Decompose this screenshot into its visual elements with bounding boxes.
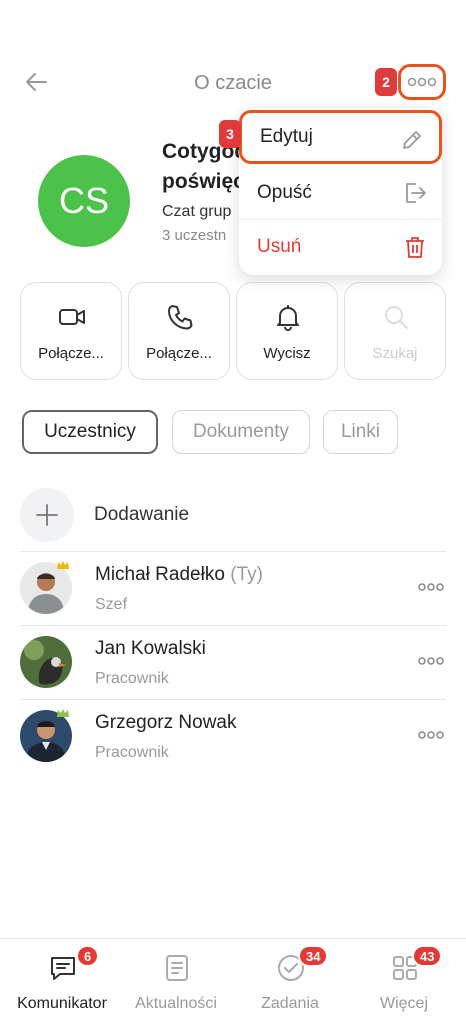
more-dots-icon[interactable] xyxy=(418,580,444,594)
plus-icon xyxy=(36,504,58,526)
nav-badge: 43 xyxy=(412,945,443,967)
header: O czacie 2 xyxy=(0,60,466,106)
search-label: Szukaj xyxy=(372,345,418,362)
member-role: Szef xyxy=(95,596,128,613)
crown-icon xyxy=(57,561,69,569)
avatar xyxy=(20,636,72,688)
list-item[interactable]: Michał Radełko (Ty) Szef xyxy=(20,551,446,625)
nav-label: Więcej xyxy=(379,995,428,1012)
more-options-menu: Edytuj Opuść Usuń xyxy=(239,108,442,275)
menu-edit-label: Edytuj xyxy=(260,126,313,147)
member-role: Pracownik xyxy=(95,670,169,687)
news-icon xyxy=(166,955,188,981)
chat-name-line2: poświęc xyxy=(162,170,242,193)
nav-label: Aktualności xyxy=(135,995,217,1012)
nav-label: Komunikator xyxy=(17,995,107,1012)
add-participant-button[interactable]: Dodawanie xyxy=(20,488,446,544)
more-dots-icon[interactable] xyxy=(418,654,444,668)
video-call-button[interactable]: Połącze... xyxy=(20,282,122,380)
member-you-tag: (Ty) xyxy=(230,564,263,585)
tab-participants[interactable]: Uczestnicy xyxy=(22,410,158,454)
menu-leave-label: Opuść xyxy=(257,181,312,203)
nav-badge: 34 xyxy=(298,945,329,967)
chat-icon xyxy=(51,957,75,980)
step-badge: 3 xyxy=(219,120,241,148)
member-name: Grzegorz Nowak xyxy=(95,712,237,734)
search-button[interactable]: Szukaj xyxy=(344,282,446,380)
exit-icon xyxy=(406,183,426,203)
add-participant-label: Dodawanie xyxy=(94,504,190,525)
phone-icon xyxy=(168,305,193,330)
step-badge: 2 xyxy=(375,68,397,96)
menu-leave[interactable]: Opuść xyxy=(239,166,442,220)
menu-delete-label: Usuń xyxy=(257,236,302,257)
tab-links[interactable]: Linki xyxy=(323,410,398,454)
more-dots-icon[interactable] xyxy=(418,728,444,742)
tab-documents[interactable]: Dokumenty xyxy=(172,410,310,454)
nav-badge: 6 xyxy=(76,945,100,967)
trash-icon xyxy=(406,237,424,258)
crown-icon xyxy=(57,709,69,717)
video-call-label: Połącze... xyxy=(38,345,104,362)
nav-label: Zadania xyxy=(261,995,319,1012)
chat-avatar: CS xyxy=(38,155,130,247)
voice-call-label: Połącze... xyxy=(146,345,212,362)
member-name-text: Grzegorz Nowak xyxy=(95,712,237,733)
video-icon xyxy=(59,309,85,325)
bottom-navigation: 6 Komunikator Aktualności 34 Zadania 43 … xyxy=(0,938,466,1024)
nav-tasks[interactable]: 34 Zadania xyxy=(232,939,348,1024)
member-name-text: Jan Kowalski xyxy=(95,638,206,659)
list-item[interactable]: Jan Kowalski Pracownik xyxy=(20,625,446,699)
chat-members-count: 3 uczestn xyxy=(162,227,227,244)
menu-delete[interactable]: Usuń xyxy=(239,220,442,274)
chat-type: Czat grup xyxy=(162,203,232,220)
member-name: Jan Kowalski xyxy=(95,638,206,660)
add-circle xyxy=(20,488,74,542)
member-role: Pracownik xyxy=(95,744,169,761)
mute-button[interactable]: Wycisz xyxy=(236,282,338,380)
more-options-button[interactable] xyxy=(398,64,446,100)
action-buttons: Połącze... Połącze... Wycisz Szukaj xyxy=(20,282,446,380)
member-name-text: Michał Radełko xyxy=(95,564,225,585)
menu-edit[interactable]: Edytuj xyxy=(239,110,442,164)
nav-messenger[interactable]: 6 Komunikator xyxy=(4,939,120,1024)
voice-call-button[interactable]: Połącze... xyxy=(128,282,230,380)
nav-news[interactable]: Aktualności xyxy=(118,939,234,1024)
nav-more[interactable]: 43 Więcej xyxy=(346,939,462,1024)
member-name: Michał Radełko (Ty) xyxy=(95,564,263,586)
search-icon xyxy=(385,306,408,329)
bell-icon xyxy=(277,305,299,331)
more-dots-icon xyxy=(407,77,437,87)
mute-label: Wycisz xyxy=(263,345,311,362)
pencil-icon xyxy=(403,131,421,149)
list-item[interactable]: Grzegorz Nowak Pracownik xyxy=(20,699,446,773)
